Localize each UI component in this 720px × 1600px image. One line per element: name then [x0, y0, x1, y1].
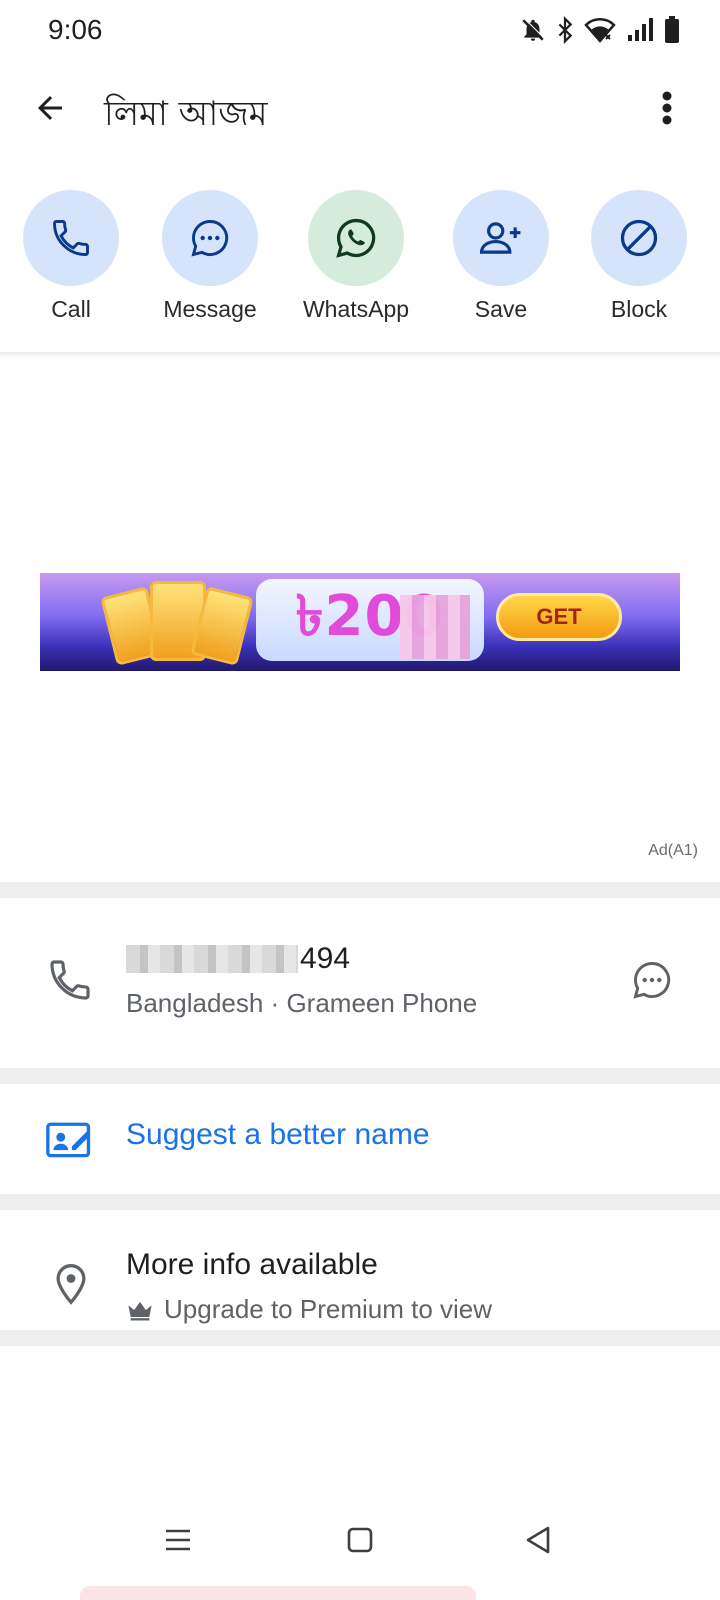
- battery-icon: [665, 16, 679, 43]
- call-button[interactable]: Call: [1, 190, 141, 323]
- ad-get-button[interactable]: GET: [496, 593, 622, 641]
- phone-number-redacted: [126, 945, 298, 973]
- signal-icon: [628, 18, 653, 41]
- person-add-icon: [479, 222, 521, 254]
- bottom-sheet-peek: [80, 1586, 476, 1600]
- call-label: Call: [51, 296, 91, 322]
- call-circle[interactable]: [23, 190, 119, 286]
- ad-blur-mask: [400, 595, 470, 659]
- edit-contact-icon: [46, 1122, 91, 1158]
- back-triangle-icon: [526, 1526, 550, 1554]
- premium-upgrade-text: Upgrade to Premium to view: [164, 1294, 493, 1324]
- block-circle[interactable]: [591, 190, 687, 286]
- home-button[interactable]: [330, 1510, 390, 1570]
- bluetooth-icon: [558, 16, 573, 44]
- block-icon: [620, 219, 658, 257]
- ad-banner[interactable]: ৳200 GET: [40, 573, 680, 671]
- suggest-name-row[interactable]: Suggest a better name: [0, 1084, 720, 1194]
- back-button[interactable]: [22, 80, 78, 136]
- phone-number-row[interactable]: 494 Bangladesh · Grameen Phone: [0, 898, 720, 1068]
- ad-cards-graphic: [100, 577, 254, 667]
- more-vert-icon: [662, 91, 672, 125]
- whatsapp-circle[interactable]: [308, 190, 404, 286]
- message-label: Message: [163, 296, 257, 322]
- status-time: 9:06: [48, 14, 103, 45]
- action-row: Call Message WhatsApp Save Block: [0, 190, 720, 350]
- suggest-name-link[interactable]: Suggest a better name: [126, 1118, 430, 1152]
- whatsapp-icon: [336, 218, 376, 258]
- block-button[interactable]: Block: [569, 190, 709, 323]
- status-bar: 9:06: [0, 0, 720, 62]
- arrow-back-icon: [38, 96, 62, 120]
- section-divider: [0, 1068, 720, 1084]
- contact-name-title: লিমা আজম: [104, 94, 268, 134]
- menu-icon: [166, 1529, 190, 1551]
- whatsapp-label: WhatsApp: [302, 296, 410, 322]
- chat-bubble-icon: [191, 220, 229, 257]
- save-circle[interactable]: [453, 190, 549, 286]
- crown-icon: [128, 1301, 152, 1320]
- location-pin-icon: [56, 1264, 86, 1305]
- ad-tag: Ad(A1): [648, 842, 698, 859]
- more-options-button[interactable]: [642, 80, 692, 136]
- save-button[interactable]: Save: [431, 190, 571, 323]
- more-info-subtitle: Upgrade to Premium to view: [126, 1294, 492, 1325]
- more-info-title: More info available: [126, 1248, 378, 1281]
- message-button[interactable]: Message: [140, 190, 280, 323]
- app-bar: লিমা আজম: [0, 70, 720, 154]
- message-icon[interactable]: [630, 958, 674, 1002]
- section-divider: [0, 882, 720, 898]
- wifi-icon: [584, 18, 616, 43]
- ad-container: ৳200 GET Ad(A1): [0, 358, 720, 882]
- section-divider: [0, 1194, 720, 1210]
- home-square-icon: [347, 1527, 373, 1553]
- phone-icon: [50, 960, 90, 1000]
- phone-number: 494: [126, 942, 350, 976]
- back-nav-button[interactable]: [508, 1510, 568, 1570]
- whatsapp-button[interactable]: WhatsApp: [286, 190, 426, 323]
- phone-icon: [53, 220, 89, 256]
- block-label: Block: [610, 296, 668, 322]
- recents-button[interactable]: [148, 1510, 208, 1570]
- message-circle[interactable]: [162, 190, 258, 286]
- ad-get-label: GET: [536, 604, 582, 629]
- save-label: Save: [474, 296, 528, 322]
- status-icons: [520, 16, 680, 44]
- phone-number-suffix: 494: [300, 942, 351, 975]
- system-nav-bar: [0, 1500, 720, 1600]
- section-divider: [0, 1330, 720, 1346]
- bell-off-icon: [522, 18, 545, 41]
- phone-carrier-details: Bangladesh · Grameen Phone: [126, 988, 478, 1018]
